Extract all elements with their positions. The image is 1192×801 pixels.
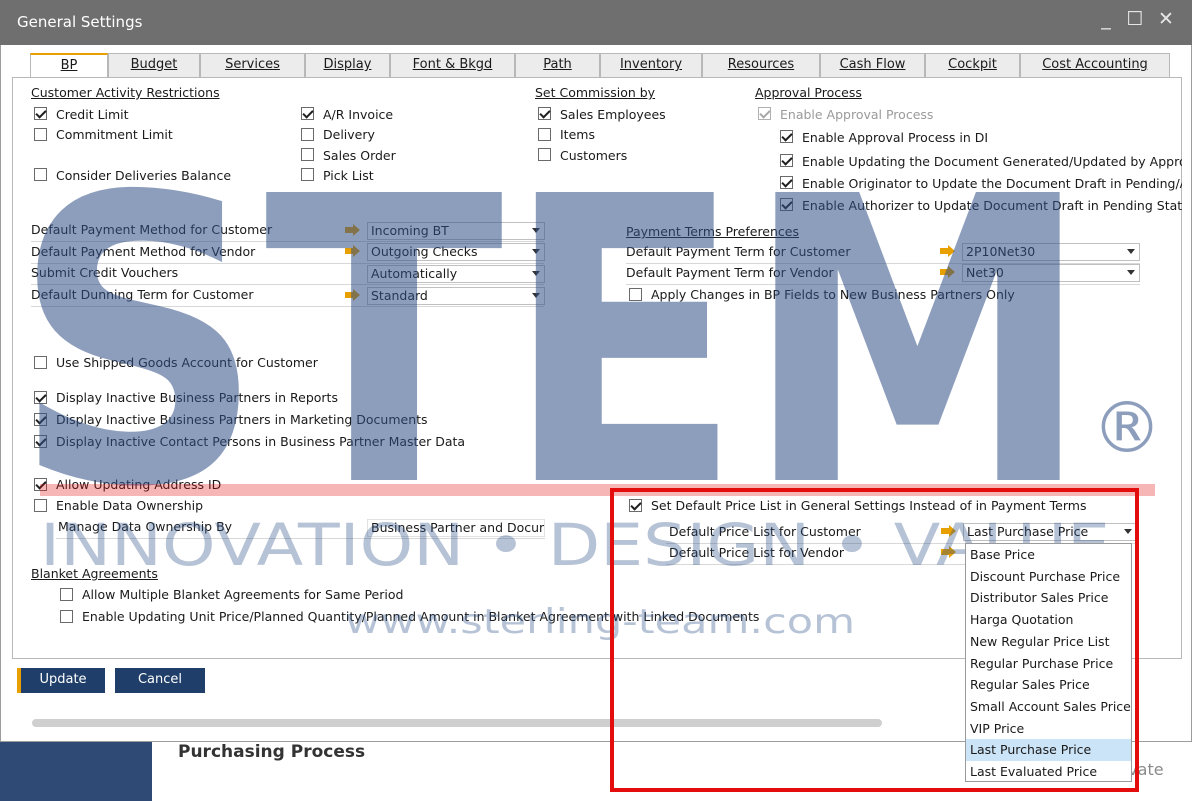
blanket-updating-checkbox[interactable] bbox=[60, 610, 73, 623]
commitment-limit-label: Commitment Limit bbox=[56, 127, 173, 142]
consider-deliveries-label: Consider Deliveries Balance bbox=[56, 168, 232, 183]
inactive-marketing-checkbox[interactable] bbox=[34, 413, 47, 426]
inactive-reports-label: Display Inactive Business Partners in Re… bbox=[56, 390, 338, 405]
tab-budget[interactable]: Budget bbox=[108, 53, 200, 77]
credit-vouchers-select[interactable]: Automatically bbox=[367, 265, 545, 283]
link-arrow-icon[interactable] bbox=[345, 224, 361, 236]
enable-originator-checkbox[interactable] bbox=[780, 176, 793, 189]
consider-deliveries-checkbox[interactable] bbox=[34, 168, 47, 181]
link-arrow-icon[interactable] bbox=[345, 245, 361, 257]
address-id-label: Allow Updating Address ID bbox=[56, 477, 222, 492]
tab-font-bkgd[interactable]: Font & Bkgd bbox=[390, 53, 515, 77]
chevron-down-icon bbox=[532, 293, 540, 298]
delivery-label: Delivery bbox=[323, 127, 375, 142]
ar-invoice-checkbox[interactable] bbox=[301, 107, 314, 120]
inactive-contacts-checkbox[interactable] bbox=[34, 435, 47, 448]
customer-activity-header: Customer Activity Restrictions bbox=[31, 85, 220, 100]
payment-method-customer-select[interactable]: Incoming BT bbox=[367, 222, 545, 240]
inactive-contacts-label: Display Inactive Contact Persons in Busi… bbox=[56, 434, 466, 449]
payment-method-vendor-select[interactable]: Outgoing Checks bbox=[367, 243, 545, 261]
pick-list-checkbox[interactable] bbox=[301, 168, 314, 181]
cancel-button[interactable]: Cancel bbox=[115, 668, 205, 693]
apply-changes-checkbox[interactable] bbox=[629, 288, 642, 301]
data-ownership-checkbox[interactable] bbox=[34, 499, 47, 512]
window-title: General Settings bbox=[17, 13, 143, 31]
chevron-down-icon bbox=[532, 249, 540, 254]
sales-employees-label: Sales Employees bbox=[560, 107, 666, 122]
payment-term-customer-label: Default Payment Term for Customer bbox=[626, 244, 851, 259]
enable-approval-label: Enable Approval Process bbox=[780, 107, 934, 122]
chevron-down-icon bbox=[532, 228, 540, 233]
ar-invoice-label: A/R Invoice bbox=[323, 107, 394, 122]
purchasing-process-title: Purchasing Process bbox=[178, 742, 366, 762]
tab-bp[interactable]: BP bbox=[30, 53, 108, 78]
data-ownership-label: Enable Data Ownership bbox=[56, 498, 204, 513]
payment-term-customer-select[interactable]: 2P10Net30 bbox=[962, 243, 1140, 261]
tab-display[interactable]: Display bbox=[305, 53, 390, 77]
enable-updating-label: Enable Updating the Document Generated/U… bbox=[802, 154, 1182, 169]
blanket-header: Blanket Agreements bbox=[31, 566, 158, 581]
address-id-checkbox[interactable] bbox=[34, 478, 47, 491]
annotation-highlight-box bbox=[610, 488, 1139, 792]
payment-term-vendor-select[interactable]: Net30 bbox=[962, 264, 1140, 282]
tab-cash-flow[interactable]: Cash Flow bbox=[820, 53, 925, 77]
pick-list-label: Pick List bbox=[323, 168, 374, 183]
dunning-term-label: Default Dunning Term for Customer bbox=[31, 287, 254, 302]
dunning-term-select[interactable]: Standard bbox=[367, 287, 545, 305]
title-bar: General Settings _ ☐ ✕ bbox=[0, 0, 1192, 45]
multiple-blanket-checkbox[interactable] bbox=[60, 588, 73, 601]
multiple-blanket-label: Allow Multiple Blanket Agreements for Sa… bbox=[82, 587, 404, 602]
tab-inventory[interactable]: Inventory bbox=[600, 53, 702, 77]
customers-checkbox[interactable] bbox=[538, 148, 551, 161]
background-sidebar bbox=[0, 742, 152, 801]
enable-authorizer-checkbox[interactable] bbox=[780, 198, 793, 211]
customers-label: Customers bbox=[560, 148, 628, 163]
tab-services[interactable]: Services bbox=[200, 53, 305, 77]
payment-method-customer-label: Default Payment Method for Customer bbox=[31, 222, 273, 237]
commission-header: Set Commission by bbox=[535, 85, 656, 100]
tab-resources[interactable]: Resources bbox=[702, 53, 820, 77]
shipped-goods-label: Use Shipped Goods Account for Customer bbox=[56, 355, 318, 370]
inactive-reports-checkbox[interactable] bbox=[34, 391, 47, 404]
maximize-button[interactable]: ☐ bbox=[1123, 8, 1147, 30]
enable-updating-checkbox[interactable] bbox=[780, 154, 793, 167]
manage-ownership-label: Manage Data Ownership By bbox=[58, 519, 233, 534]
commitment-limit-checkbox[interactable] bbox=[34, 128, 47, 141]
items-checkbox[interactable] bbox=[538, 128, 551, 141]
sales-employees-checkbox[interactable] bbox=[538, 107, 551, 120]
chevron-down-icon bbox=[1127, 249, 1135, 254]
credit-limit-checkbox[interactable] bbox=[34, 107, 47, 120]
link-arrow-icon[interactable] bbox=[940, 245, 956, 257]
tab-bar: BP Budget Services Display Font & Bkgd P… bbox=[30, 53, 1170, 78]
manage-ownership-select[interactable]: Business Partner and Document bbox=[367, 519, 545, 537]
enable-authorizer-label: Enable Authorizer to Update Document Dra… bbox=[802, 198, 1182, 213]
link-arrow-icon[interactable] bbox=[940, 266, 956, 278]
tab-path[interactable]: Path bbox=[515, 53, 600, 77]
enable-originator-label: Enable Originator to Update the Document… bbox=[802, 176, 1182, 191]
close-button[interactable]: ✕ bbox=[1154, 8, 1178, 30]
sales-order-label: Sales Order bbox=[323, 148, 396, 163]
chevron-down-icon bbox=[532, 271, 540, 276]
credit-vouchers-label: Submit Credit Vouchers bbox=[31, 265, 179, 280]
payment-method-vendor-label: Default Payment Method for Vendor bbox=[31, 244, 256, 259]
tab-cost-accounting[interactable]: Cost Accounting bbox=[1020, 53, 1170, 77]
approval-di-label: Enable Approval Process in DI bbox=[802, 130, 989, 145]
approval-header: Approval Process bbox=[755, 85, 862, 100]
delivery-checkbox[interactable] bbox=[301, 128, 314, 141]
shipped-goods-checkbox[interactable] bbox=[34, 356, 47, 369]
payment-terms-header: Payment Terms Preferences bbox=[626, 224, 799, 239]
link-arrow-icon[interactable] bbox=[345, 289, 361, 301]
tab-cockpit[interactable]: Cockpit bbox=[925, 53, 1020, 77]
chevron-down-icon bbox=[1127, 270, 1135, 275]
payment-term-vendor-label: Default Payment Term for Vendor bbox=[626, 265, 834, 280]
approval-di-checkbox[interactable] bbox=[780, 130, 793, 143]
minimize-button[interactable]: _ bbox=[1094, 8, 1118, 30]
sales-order-checkbox[interactable] bbox=[301, 148, 314, 161]
inactive-marketing-label: Display Inactive Business Partners in Ma… bbox=[56, 412, 428, 427]
update-button[interactable]: Update bbox=[17, 668, 105, 693]
enable-approval-checkbox[interactable] bbox=[758, 107, 771, 120]
apply-changes-label: Apply Changes in BP Fields to New Busine… bbox=[651, 287, 1015, 302]
credit-limit-label: Credit Limit bbox=[56, 107, 129, 122]
items-label: Items bbox=[560, 127, 595, 142]
